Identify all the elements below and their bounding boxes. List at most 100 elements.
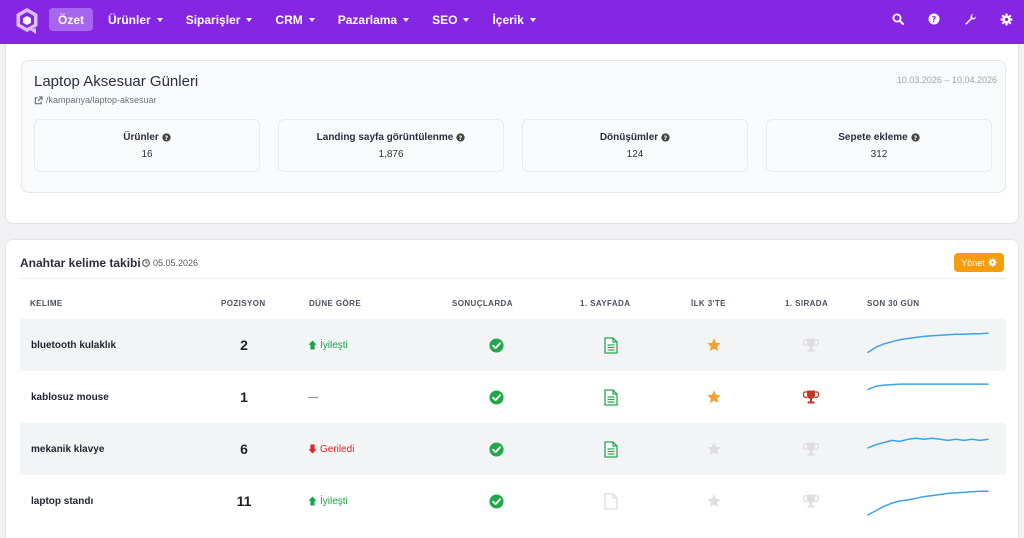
gear-icon[interactable] (998, 11, 1014, 27)
change-cell: Geriledi (308, 423, 354, 475)
change-text: İyileşti (320, 495, 348, 507)
trophy-icon (801, 423, 821, 475)
position-cell: 6 (240, 441, 248, 457)
sparkline-chart (866, 325, 990, 365)
column-header-position: POZISYON (221, 299, 266, 308)
help-icon[interactable]: ? (162, 133, 171, 142)
check-circle-icon (486, 475, 506, 527)
change-text: Geriledi (320, 443, 355, 455)
help-icon[interactable]: ? (661, 133, 670, 142)
table-row: kablosuz mouse 1 — (20, 371, 1006, 423)
nav-item-5[interactable]: SEO (424, 8, 477, 31)
nav-item-1[interactable]: Ürünler (100, 8, 171, 31)
keyword-cell: bluetooth kulaklık (31, 339, 117, 351)
main-menu: Özet Ürünler Siparişler CRM Pazarlama SEO İçer… (49, 8, 551, 31)
divider (20, 278, 1006, 279)
nav-item-label: Pazarlama (337, 12, 398, 27)
trophy-icon (801, 319, 821, 371)
help-icon[interactable]: ? (456, 133, 465, 142)
document-icon (601, 371, 621, 423)
caret-down-icon (246, 17, 253, 22)
table-row: mekanik klavye 6 Geriledi (20, 423, 1006, 475)
sparkline-line (867, 332, 989, 354)
position-cell: 11 (236, 493, 252, 509)
nav-item-2[interactable]: Siparişler (178, 8, 261, 31)
stat-value: 312 (870, 149, 888, 160)
stat-card: Ürünler? 16 (34, 119, 260, 172)
keyword-tracking-section: Anahtar kelime takibi 05.05.2026 Yönet K… (5, 239, 1019, 538)
star-icon (704, 371, 724, 423)
column-header-keyword: KELIME (30, 299, 63, 308)
sparkline-chart (866, 429, 990, 469)
trophy-icon (801, 371, 821, 423)
help-icon[interactable]: ? (926, 11, 942, 27)
wrench-icon[interactable] (962, 11, 978, 27)
campaign-date-range: 10.03.2026 – 10.04.2026 (896, 75, 997, 85)
table-row: laptop standı 11 İyileşti (20, 475, 1006, 527)
sparkline-chart (866, 377, 990, 417)
caret-down-icon (529, 17, 536, 22)
logo-icon[interactable] (15, 7, 39, 35)
caret-down-icon (156, 17, 163, 22)
nav-item-label: Ürünler (108, 12, 151, 27)
change-cell: — (308, 371, 318, 423)
nav-item-0[interactable]: Özet (49, 8, 94, 31)
caret-down-icon (463, 17, 470, 22)
svg-text:?: ? (164, 135, 168, 142)
keyword-cell: kablosuz mouse (31, 391, 109, 403)
document-icon (601, 423, 621, 475)
keyword-date: 05.05.2026 (142, 258, 198, 268)
nav-item-4[interactable]: Pazarlama (330, 8, 417, 31)
stat-card: Sepete ekleme? 312 (766, 119, 992, 172)
column-header-first: 1. SIRADA (785, 299, 829, 308)
stat-label: Sepete ekleme? (767, 132, 991, 143)
stat-label-text: Sepete ekleme (838, 132, 908, 143)
star-icon (704, 475, 724, 527)
clock-icon (142, 259, 150, 267)
svg-text:?: ? (664, 135, 668, 142)
sparkline-line (867, 383, 989, 391)
help-icon[interactable]: ? (911, 133, 920, 142)
document-icon (601, 475, 621, 527)
sparkline-line (867, 490, 989, 516)
keyword-section-title: Anahtar kelime takibi (20, 256, 141, 270)
stat-label-text: Dönüşümler (599, 132, 659, 143)
top-navbar: Özet Ürünler Siparişler CRM Pazarlama SEO İçer… (0, 0, 1024, 44)
stat-label: Ürünler? (35, 132, 259, 143)
position-cell: 2 (240, 337, 248, 353)
stat-value: 1,876 (378, 149, 404, 160)
svg-text:?: ? (932, 15, 937, 24)
sparkline-line (867, 437, 989, 449)
change-cell: İyileşti (308, 319, 348, 371)
change-text: İyileşti (320, 339, 348, 351)
arrow-up-icon (308, 340, 320, 350)
position-cell: 1 (240, 389, 248, 405)
arrow-down-icon (308, 444, 320, 454)
stat-card: Landing sayfa görüntülenme? 1,876 (278, 119, 504, 172)
keyword-date-text: 05.05.2026 (153, 258, 199, 268)
campaign-section: Laptop Aksesuar Günleri /kampanya/laptop… (5, 44, 1019, 224)
caret-down-icon (308, 17, 315, 22)
check-circle-icon (486, 371, 506, 423)
stat-value: 16 (141, 149, 153, 160)
campaign-link-text: /kampanya/laptop-aksesuar (46, 95, 157, 105)
manage-button-label: Yönet (961, 257, 985, 268)
check-circle-icon (486, 319, 506, 371)
svg-text:?: ? (459, 135, 463, 142)
change-text: — (308, 391, 318, 403)
campaign-link[interactable]: /kampanya/laptop-aksesuar (34, 95, 157, 105)
column-header-top3: İLK 3'TE (691, 299, 726, 308)
nav-item-6[interactable]: İçerik (484, 8, 543, 31)
caret-down-icon (403, 17, 410, 22)
stat-label-text: Landing sayfa görüntülenme (316, 132, 454, 143)
nav-item-3[interactable]: CRM (267, 8, 322, 31)
nav-item-label: Özet (58, 12, 85, 27)
sparkline-chart (866, 481, 990, 521)
nav-item-label: Siparişler (185, 12, 241, 27)
search-icon[interactable] (890, 11, 906, 27)
stat-value: 124 (626, 149, 644, 160)
column-header-last30: SON 30 GÜN (867, 299, 920, 308)
check-circle-icon (486, 423, 506, 475)
manage-button[interactable]: Yönet (954, 253, 1004, 272)
gear-icon (988, 258, 997, 267)
